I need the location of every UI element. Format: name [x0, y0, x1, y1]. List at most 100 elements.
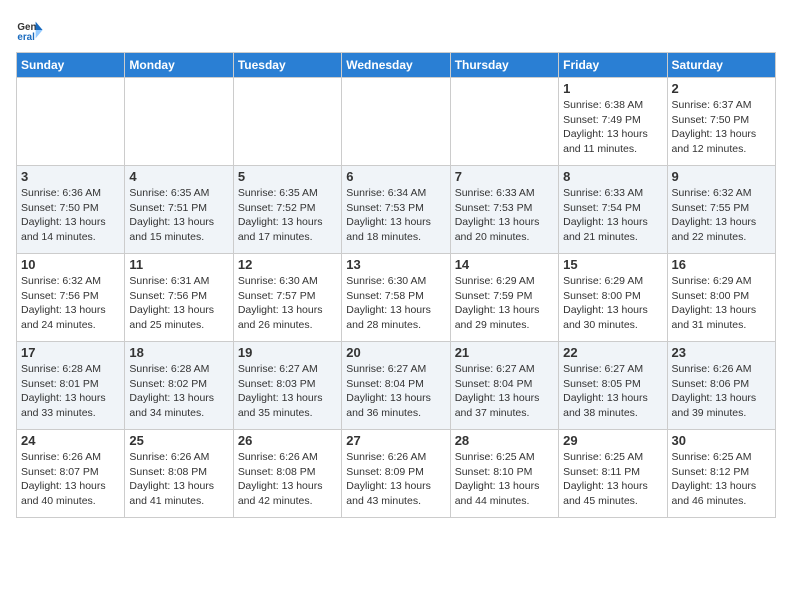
- cell-line: and 18 minutes.: [346, 230, 445, 245]
- calendar-cell: 6Sunrise: 6:34 AMSunset: 7:53 PMDaylight…: [342, 166, 450, 254]
- calendar-cell: 15Sunrise: 6:29 AMSunset: 8:00 PMDayligh…: [559, 254, 667, 342]
- calendar-cell: 11Sunrise: 6:31 AMSunset: 7:56 PMDayligh…: [125, 254, 233, 342]
- calendar-week-row: 10Sunrise: 6:32 AMSunset: 7:56 PMDayligh…: [17, 254, 776, 342]
- day-number: 14: [455, 257, 554, 272]
- day-number: 26: [238, 433, 337, 448]
- cell-line: Sunrise: 6:35 AM: [129, 186, 228, 201]
- cell-line: Daylight: 13 hours: [563, 215, 662, 230]
- calendar-cell: 18Sunrise: 6:28 AMSunset: 8:02 PMDayligh…: [125, 342, 233, 430]
- cell-line: Daylight: 13 hours: [455, 479, 554, 494]
- calendar-cell: 19Sunrise: 6:27 AMSunset: 8:03 PMDayligh…: [233, 342, 341, 430]
- calendar-cell: 9Sunrise: 6:32 AMSunset: 7:55 PMDaylight…: [667, 166, 775, 254]
- cell-line: Sunset: 8:07 PM: [21, 465, 120, 480]
- calendar-table: SundayMondayTuesdayWednesdayThursdayFrid…: [16, 52, 776, 518]
- cell-line: Sunrise: 6:29 AM: [563, 274, 662, 289]
- cell-line: Daylight: 13 hours: [563, 127, 662, 142]
- day-number: 1: [563, 81, 662, 96]
- weekday-header-friday: Friday: [559, 53, 667, 78]
- cell-line: and 15 minutes.: [129, 230, 228, 245]
- cell-line: and 22 minutes.: [672, 230, 771, 245]
- day-number: 12: [238, 257, 337, 272]
- day-number: 2: [672, 81, 771, 96]
- cell-line: Sunrise: 6:32 AM: [672, 186, 771, 201]
- cell-line: Daylight: 13 hours: [455, 215, 554, 230]
- cell-line: and 17 minutes.: [238, 230, 337, 245]
- cell-line: and 38 minutes.: [563, 406, 662, 421]
- cell-line: Sunset: 7:57 PM: [238, 289, 337, 304]
- calendar-week-row: 24Sunrise: 6:26 AMSunset: 8:07 PMDayligh…: [17, 430, 776, 518]
- cell-line: Daylight: 13 hours: [455, 303, 554, 318]
- cell-line: Sunset: 7:53 PM: [455, 201, 554, 216]
- cell-line: Daylight: 13 hours: [672, 303, 771, 318]
- day-number: 7: [455, 169, 554, 184]
- calendar-week-row: 17Sunrise: 6:28 AMSunset: 8:01 PMDayligh…: [17, 342, 776, 430]
- calendar-week-row: 1Sunrise: 6:38 AMSunset: 7:49 PMDaylight…: [17, 78, 776, 166]
- cell-line: Sunrise: 6:26 AM: [21, 450, 120, 465]
- cell-line: and 28 minutes.: [346, 318, 445, 333]
- cell-line: Daylight: 13 hours: [346, 391, 445, 406]
- day-number: 8: [563, 169, 662, 184]
- cell-line: Sunrise: 6:28 AM: [21, 362, 120, 377]
- cell-line: Sunrise: 6:33 AM: [455, 186, 554, 201]
- cell-line: Sunrise: 6:34 AM: [346, 186, 445, 201]
- cell-line: Daylight: 13 hours: [672, 479, 771, 494]
- svg-text:eral: eral: [17, 32, 35, 43]
- cell-line: Daylight: 13 hours: [346, 303, 445, 318]
- cell-line: and 33 minutes.: [21, 406, 120, 421]
- cell-line: and 43 minutes.: [346, 494, 445, 509]
- cell-line: Sunset: 8:10 PM: [455, 465, 554, 480]
- cell-line: Sunset: 7:56 PM: [21, 289, 120, 304]
- weekday-header-tuesday: Tuesday: [233, 53, 341, 78]
- cell-line: Sunrise: 6:27 AM: [346, 362, 445, 377]
- calendar-cell: [342, 78, 450, 166]
- cell-line: Sunset: 7:52 PM: [238, 201, 337, 216]
- cell-line: Sunset: 7:58 PM: [346, 289, 445, 304]
- cell-line: and 14 minutes.: [21, 230, 120, 245]
- day-number: 24: [21, 433, 120, 448]
- cell-line: and 44 minutes.: [455, 494, 554, 509]
- calendar-cell: 8Sunrise: 6:33 AMSunset: 7:54 PMDaylight…: [559, 166, 667, 254]
- calendar-cell: 4Sunrise: 6:35 AMSunset: 7:51 PMDaylight…: [125, 166, 233, 254]
- cell-line: Daylight: 13 hours: [238, 303, 337, 318]
- cell-line: Daylight: 13 hours: [129, 391, 228, 406]
- calendar-cell: 24Sunrise: 6:26 AMSunset: 8:07 PMDayligh…: [17, 430, 125, 518]
- cell-line: and 35 minutes.: [238, 406, 337, 421]
- calendar-cell: 16Sunrise: 6:29 AMSunset: 8:00 PMDayligh…: [667, 254, 775, 342]
- cell-line: Sunrise: 6:26 AM: [238, 450, 337, 465]
- calendar-body: 1Sunrise: 6:38 AMSunset: 7:49 PMDaylight…: [17, 78, 776, 518]
- day-number: 25: [129, 433, 228, 448]
- calendar-cell: 3Sunrise: 6:36 AMSunset: 7:50 PMDaylight…: [17, 166, 125, 254]
- cell-line: Sunrise: 6:26 AM: [672, 362, 771, 377]
- day-number: 19: [238, 345, 337, 360]
- cell-line: Sunrise: 6:32 AM: [21, 274, 120, 289]
- calendar-cell: 30Sunrise: 6:25 AMSunset: 8:12 PMDayligh…: [667, 430, 775, 518]
- calendar-cell: 14Sunrise: 6:29 AMSunset: 7:59 PMDayligh…: [450, 254, 558, 342]
- cell-line: Daylight: 13 hours: [21, 215, 120, 230]
- cell-line: Sunset: 7:50 PM: [672, 113, 771, 128]
- cell-line: and 40 minutes.: [21, 494, 120, 509]
- cell-line: Sunset: 7:55 PM: [672, 201, 771, 216]
- cell-line: Sunset: 8:02 PM: [129, 377, 228, 392]
- cell-line: Sunset: 7:49 PM: [563, 113, 662, 128]
- cell-line: Sunrise: 6:38 AM: [563, 98, 662, 113]
- cell-line: Daylight: 13 hours: [672, 127, 771, 142]
- cell-line: and 20 minutes.: [455, 230, 554, 245]
- cell-line: Sunset: 7:56 PM: [129, 289, 228, 304]
- calendar-cell: 17Sunrise: 6:28 AMSunset: 8:01 PMDayligh…: [17, 342, 125, 430]
- weekday-header-sunday: Sunday: [17, 53, 125, 78]
- cell-line: and 26 minutes.: [238, 318, 337, 333]
- day-number: 3: [21, 169, 120, 184]
- cell-line: Sunrise: 6:25 AM: [563, 450, 662, 465]
- cell-line: Sunset: 8:03 PM: [238, 377, 337, 392]
- day-number: 23: [672, 345, 771, 360]
- cell-line: Daylight: 13 hours: [563, 479, 662, 494]
- cell-line: Sunrise: 6:29 AM: [672, 274, 771, 289]
- cell-line: Sunrise: 6:26 AM: [346, 450, 445, 465]
- calendar-cell: [233, 78, 341, 166]
- calendar-cell: 29Sunrise: 6:25 AMSunset: 8:11 PMDayligh…: [559, 430, 667, 518]
- cell-line: Sunset: 8:00 PM: [672, 289, 771, 304]
- calendar-cell: [125, 78, 233, 166]
- cell-line: Sunset: 8:09 PM: [346, 465, 445, 480]
- calendar-cell: 5Sunrise: 6:35 AMSunset: 7:52 PMDaylight…: [233, 166, 341, 254]
- calendar-cell: 7 Sunrise: 6:33 AMSunset: 7:53 PMDaylight…: [450, 166, 558, 254]
